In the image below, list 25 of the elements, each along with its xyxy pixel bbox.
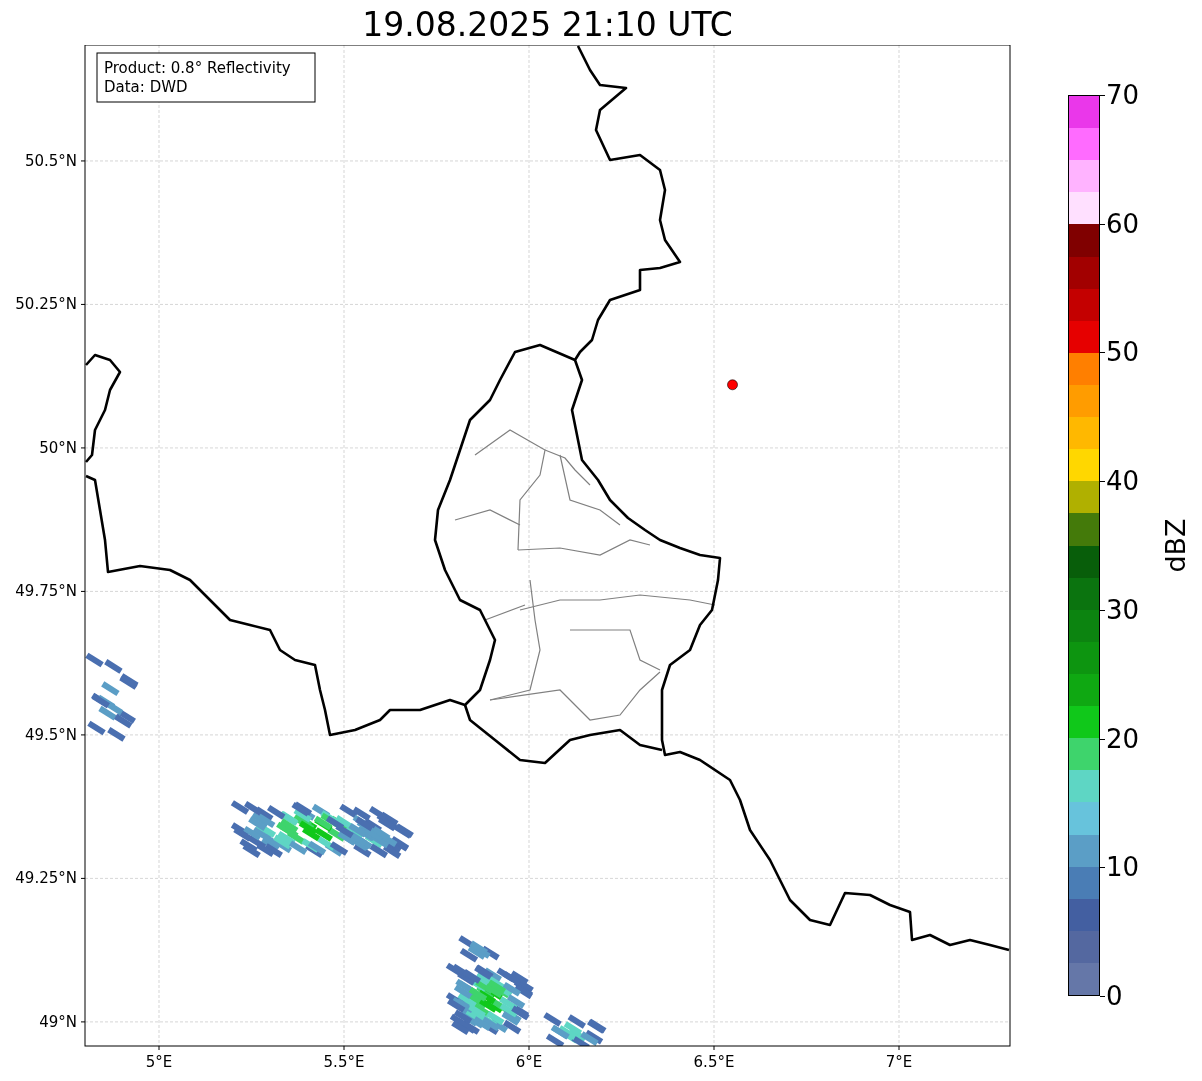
y-tick-label: 50.5°N — [24, 151, 77, 170]
colorbar-label: dBZ — [1159, 518, 1191, 573]
info-text: Data: DWD — [104, 78, 188, 96]
x-tick-label: 6.5°E — [693, 1053, 735, 1071]
y-tick-label: 50.25°N — [15, 295, 77, 314]
colorbar-tick-label: 40 — [1106, 467, 1140, 496]
chart-title: 19.08.2025 21:10 UTC — [361, 4, 734, 45]
y-tick-label: 49.75°N — [15, 582, 77, 601]
y-tick-label: 49.25°N — [15, 869, 77, 888]
x-tick-label: 6°E — [515, 1053, 543, 1071]
colorbar-tick-label: 50 — [1106, 338, 1140, 367]
x-tick-label: 5°E — [145, 1053, 173, 1071]
colorbar-tick-label: 60 — [1106, 209, 1140, 238]
info-text: Product: 0.8° Reflectivity — [104, 59, 291, 77]
colorbar-tick-label: 20 — [1106, 724, 1140, 753]
radar-echo-drawing — [543, 1012, 607, 1046]
x-tick-label: 5.5°E — [323, 1053, 365, 1071]
colorbar-tick-label: 30 — [1106, 595, 1140, 624]
colorbar-tick-label: 10 — [1106, 853, 1140, 882]
y-tick-label: 49°N — [39, 1012, 77, 1031]
x-tick-label: 7°E — [885, 1053, 913, 1071]
colorbar-tick-label: 0 — [1106, 982, 1123, 1010]
y-tick-label: 50°N — [39, 438, 77, 457]
y-tick-label: 49.5°N — [24, 725, 77, 744]
colorbar-tick-label: 70 — [1106, 81, 1140, 109]
